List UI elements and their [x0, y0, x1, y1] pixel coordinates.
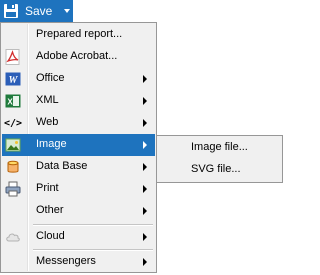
menu-item-label: Image	[36, 138, 67, 150]
submenu-arrow-icon	[143, 233, 147, 241]
menu-item-label: Web	[36, 116, 59, 128]
pdf-icon	[5, 49, 21, 65]
menu-item-print[interactable]: Print	[2, 178, 155, 200]
menu-item-adobe-acrobat[interactable]: Adobe Acrobat...	[2, 46, 155, 68]
submenu-arrow-icon	[143, 185, 147, 193]
submenu-arrow-icon	[143, 258, 147, 266]
submenu-arrow-icon	[143, 119, 147, 127]
menu-item-label: Data Base	[36, 160, 88, 172]
html-tag-icon: </>	[3, 117, 23, 129]
menu-item-other[interactable]: Other	[2, 200, 155, 222]
menu-item-web[interactable]: </> Web	[2, 112, 155, 134]
image-submenu: Image file... SVG file...	[156, 135, 283, 183]
save-button[interactable]: Save	[0, 0, 73, 22]
submenu-arrow-icon	[143, 141, 147, 149]
submenu-item-label: Image file...	[191, 141, 248, 153]
menu-item-data-base[interactable]: Data Base	[2, 156, 155, 178]
floppy-disk-icon	[4, 4, 18, 18]
menu-item-office[interactable]: W Office	[2, 68, 155, 90]
menu-item-messengers[interactable]: Messengers	[2, 251, 155, 273]
submenu-item-label: SVG file...	[191, 163, 241, 175]
submenu-item-image-file[interactable]: Image file...	[158, 137, 281, 159]
menu-item-image[interactable]: Image	[2, 134, 155, 156]
menu-item-label: Prepared report...	[36, 28, 123, 40]
menu-item-label: Other	[36, 204, 64, 216]
save-menu: Prepared report... Adobe Acrobat... W Of…	[0, 22, 157, 273]
svg-text:W: W	[9, 75, 19, 86]
database-icon	[5, 159, 21, 175]
svg-text:X: X	[7, 98, 13, 107]
menu-item-label: Cloud	[36, 230, 65, 242]
submenu-arrow-icon	[143, 207, 147, 215]
cloud-icon	[5, 229, 21, 245]
image-icon	[5, 137, 21, 153]
menu-item-label: Office	[36, 72, 65, 84]
menu-item-cloud[interactable]: Cloud	[2, 226, 155, 248]
dropdown-arrow-icon[interactable]	[64, 9, 71, 13]
menu-item-xml[interactable]: X XML	[2, 90, 155, 112]
submenu-arrow-icon	[143, 163, 147, 171]
word-icon: W	[5, 71, 21, 87]
excel-icon: X	[5, 93, 21, 109]
menu-item-label: XML	[36, 94, 59, 106]
submenu-item-svg-file[interactable]: SVG file...	[158, 159, 281, 181]
menu-item-prepared-report[interactable]: Prepared report...	[2, 24, 155, 46]
menu-item-label: Messengers	[36, 255, 96, 267]
submenu-arrow-icon	[143, 75, 147, 83]
menu-item-label: Print	[36, 182, 59, 194]
save-button-label: Save	[25, 4, 53, 18]
menu-item-label: Adobe Acrobat...	[36, 50, 118, 62]
printer-icon	[5, 181, 21, 197]
submenu-arrow-icon	[143, 97, 147, 105]
